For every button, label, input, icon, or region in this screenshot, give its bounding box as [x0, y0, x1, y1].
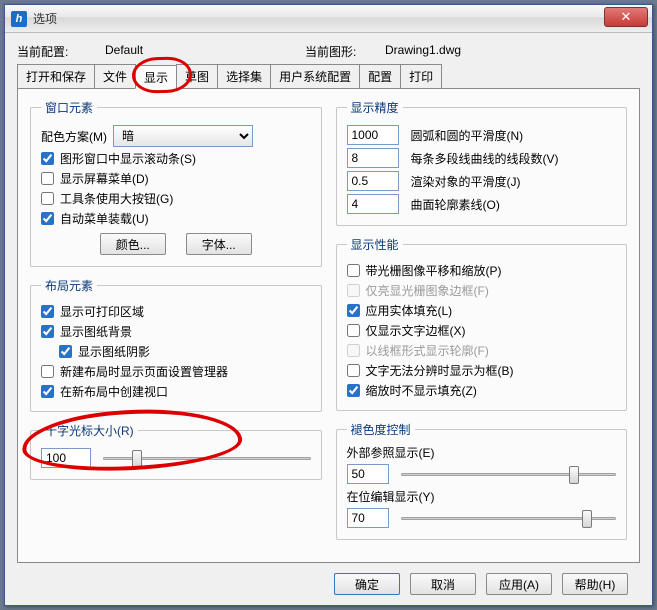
- group-fade: 褪色度控制 外部参照显示(E) 在位编辑显示(Y): [336, 421, 628, 540]
- options-dialog: h 选项 ✕ 当前配置: Default 当前图形: Drawing1.dwg …: [4, 4, 653, 606]
- chk-true-type[interactable]: [347, 364, 360, 377]
- lbl-big-buttons: 工具条使用大按钮(G): [60, 190, 173, 207]
- lbl-create-viewport: 在新布局中创建视口: [60, 383, 168, 400]
- apply-button[interactable]: 应用(A): [486, 573, 552, 595]
- tab-files[interactable]: 文件: [94, 64, 136, 88]
- chk-print-area[interactable]: [41, 305, 54, 318]
- lbl-raster-pan: 带光栅图像平移和缩放(P): [366, 262, 502, 279]
- arc-smooth-label: 圆弧和圆的平滑度(N): [411, 127, 524, 144]
- lbl-wire-silh: 以线框形式显示轮廓(F): [366, 342, 489, 359]
- info-row: 当前配置: Default 当前图形: Drawing1.dwg: [17, 43, 640, 60]
- tab-plot[interactable]: 打印: [400, 64, 442, 88]
- chk-solid-fill[interactable]: [347, 304, 360, 317]
- tab-strip: 打开和保存 文件 显示 草图 选择集 用户系统配置 配置 打印: [17, 64, 640, 89]
- chk-big-buttons[interactable]: [41, 192, 54, 205]
- drawing-label: 当前图形:: [305, 43, 385, 60]
- cancel-button[interactable]: 取消: [410, 573, 476, 595]
- group-layout-elements: 布局元素 显示可打印区域 显示图纸背景 显示图纸阴影 新建布局时显示页面设置管理…: [30, 277, 322, 412]
- crosshair-input[interactable]: [41, 448, 91, 468]
- chk-page-setup[interactable]: [41, 365, 54, 378]
- render-smooth-input[interactable]: [347, 171, 399, 191]
- xref-label: 外部参照显示(E): [347, 444, 617, 461]
- surf-lines-label: 曲面轮廓素线(O): [411, 196, 500, 213]
- dialog-buttons: 确定 取消 应用(A) 帮助(H): [17, 573, 628, 595]
- lbl-true-type: 文字无法分辨时显示为框(B): [366, 362, 514, 379]
- poly-seg-label: 每条多段线曲线的线段数(V): [411, 150, 559, 167]
- tab-drafting[interactable]: 草图: [176, 64, 218, 88]
- chk-raster-pan[interactable]: [347, 264, 360, 277]
- chk-paper-bg[interactable]: [41, 325, 54, 338]
- tab-display[interactable]: 显示: [135, 65, 177, 89]
- legend-performance: 显示性能: [347, 236, 403, 253]
- tab-user-pref[interactable]: 用户系统配置: [270, 64, 360, 88]
- chk-text-frame[interactable]: [347, 324, 360, 337]
- close-button[interactable]: ✕: [604, 7, 648, 27]
- lbl-hl-raster: 仅亮显光栅图象边框(F): [366, 282, 489, 299]
- inplace-label: 在位编辑显示(Y): [347, 488, 617, 505]
- inplace-input[interactable]: [347, 508, 389, 528]
- help-button[interactable]: 帮助(H): [562, 573, 628, 595]
- group-window-elements: 窗口元素 配色方案(M) 暗 图形窗口中显示滚动条(S) 显示屏幕菜单(D) 工…: [30, 99, 322, 267]
- chk-hl-raster: [347, 284, 360, 297]
- lbl-paper-shadow: 显示图纸阴影: [78, 343, 150, 360]
- lbl-print-area: 显示可打印区域: [60, 303, 144, 320]
- lbl-paper-bg: 显示图纸背景: [60, 323, 132, 340]
- chk-wire-silh: [347, 344, 360, 357]
- chk-scrollbars[interactable]: [41, 152, 54, 165]
- lbl-solid-fill: 应用实体填充(L): [366, 302, 453, 319]
- lbl-no-fill-zoom: 缩放时不显示填充(Z): [366, 382, 477, 399]
- drawing-value: Drawing1.dwg: [385, 43, 461, 60]
- xref-input[interactable]: [347, 464, 389, 484]
- render-smooth-label: 渲染对象的平滑度(J): [411, 173, 521, 190]
- tab-profiles[interactable]: 配置: [359, 64, 401, 88]
- config-label: 当前配置:: [17, 43, 105, 60]
- titlebar: h 选项 ✕: [5, 5, 652, 33]
- xref-slider[interactable]: [401, 465, 617, 483]
- lbl-page-setup: 新建布局时显示页面设置管理器: [60, 363, 228, 380]
- display-panel: 窗口元素 配色方案(M) 暗 图形窗口中显示滚动条(S) 显示屏幕菜单(D) 工…: [17, 89, 640, 563]
- lbl-auto-menu: 自动菜单装载(U): [60, 210, 149, 227]
- legend-window-elements: 窗口元素: [41, 99, 97, 116]
- arc-smooth-input[interactable]: [347, 125, 399, 145]
- lbl-screen-menu: 显示屏幕菜单(D): [60, 170, 149, 187]
- tab-open-save[interactable]: 打开和保存: [17, 64, 95, 88]
- color-button[interactable]: 颜色...: [100, 233, 166, 255]
- chk-auto-menu[interactable]: [41, 212, 54, 225]
- poly-seg-input[interactable]: [347, 148, 399, 168]
- chk-no-fill-zoom[interactable]: [347, 384, 360, 397]
- group-precision: 显示精度 圆弧和圆的平滑度(N) 每条多段线曲线的线段数(V) 渲染对象的平滑度…: [336, 99, 628, 226]
- legend-layout-elements: 布局元素: [41, 277, 97, 294]
- chk-create-viewport[interactable]: [41, 385, 54, 398]
- legend-fade: 褪色度控制: [347, 421, 415, 438]
- chk-screen-menu[interactable]: [41, 172, 54, 185]
- chk-paper-shadow[interactable]: [59, 345, 72, 358]
- font-button[interactable]: 字体...: [186, 233, 252, 255]
- group-performance: 显示性能 带光栅图像平移和缩放(P) 仅亮显光栅图象边框(F) 应用实体填充(L…: [336, 236, 628, 411]
- ok-button[interactable]: 确定: [334, 573, 400, 595]
- group-crosshair: 十字光标大小(R): [30, 422, 322, 480]
- scheme-select[interactable]: 暗: [113, 125, 253, 147]
- config-value: Default: [105, 43, 305, 60]
- lbl-scrollbars: 图形窗口中显示滚动条(S): [60, 150, 196, 167]
- lbl-text-frame: 仅显示文字边框(X): [366, 322, 466, 339]
- tab-selection[interactable]: 选择集: [217, 64, 271, 88]
- inplace-slider[interactable]: [401, 509, 617, 527]
- legend-precision: 显示精度: [347, 99, 403, 116]
- surf-lines-input[interactable]: [347, 194, 399, 214]
- app-icon: h: [11, 11, 27, 27]
- legend-crosshair: 十字光标大小(R): [41, 422, 138, 439]
- crosshair-slider[interactable]: [103, 449, 311, 467]
- window-title: 选项: [33, 10, 57, 27]
- scheme-label: 配色方案(M): [41, 128, 107, 145]
